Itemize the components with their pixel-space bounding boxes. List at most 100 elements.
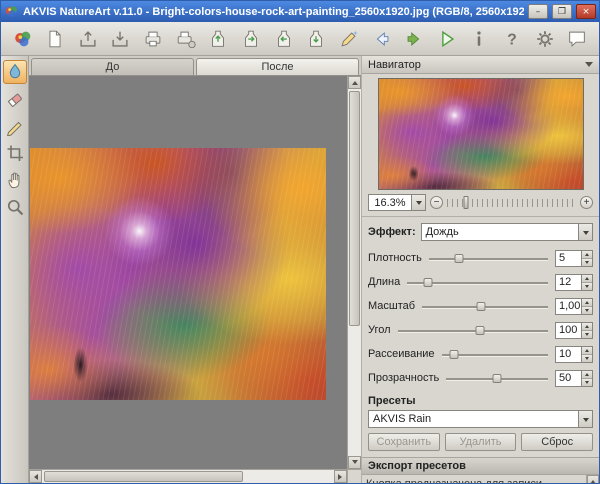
- spin-down-icon[interactable]: [582, 282, 592, 290]
- info-icon[interactable]: [467, 26, 492, 51]
- scroll-up-icon[interactable]: [348, 76, 361, 89]
- spin-up-icon[interactable]: [582, 250, 592, 259]
- scrollbar-corner: [347, 470, 361, 483]
- hand-tool-icon[interactable]: [3, 168, 27, 192]
- density-slider[interactable]: [428, 253, 548, 264]
- spin-up-icon[interactable]: [582, 322, 592, 331]
- zoom-slider-handle[interactable]: [463, 196, 469, 209]
- quick-settings-icon[interactable]: [336, 26, 361, 51]
- zoom-in-button[interactable]: +: [580, 196, 593, 209]
- slider-handle[interactable]: [475, 325, 485, 335]
- slider-handle[interactable]: [476, 301, 486, 311]
- spin-up-icon[interactable]: [582, 346, 592, 355]
- collapse-icon[interactable]: [585, 62, 593, 71]
- window-title: AKVIS NatureArt v.11.0 - Bright-colors-h…: [23, 5, 524, 18]
- tab-after[interactable]: После: [196, 58, 359, 75]
- image-canvas[interactable]: [30, 148, 326, 400]
- spin-down-icon[interactable]: [582, 354, 592, 362]
- zoom-controls: 16.3% − +: [362, 194, 599, 217]
- import-presets-icon[interactable]: [271, 26, 296, 51]
- new-image-icon[interactable]: [43, 26, 68, 51]
- help-icon[interactable]: ?: [500, 26, 525, 51]
- scroll-left-icon[interactable]: [29, 470, 42, 483]
- density-spinbox[interactable]: 5: [555, 249, 593, 267]
- spin-down-icon[interactable]: [582, 258, 592, 266]
- hint-text: Кнопка предназначена для записи пресетов…: [362, 475, 586, 483]
- slider-handle[interactable]: [423, 277, 433, 287]
- save-preset-button[interactable]: Сохранить: [368, 433, 440, 451]
- slider-handle[interactable]: [449, 349, 459, 359]
- navigator-title: Навигатор: [368, 58, 421, 71]
- akvis-logo-icon[interactable]: [10, 26, 35, 51]
- export-presets-header[interactable]: Экспорт пресетов: [362, 457, 599, 475]
- crop-tool-icon[interactable]: [3, 141, 27, 165]
- spin-down-icon[interactable]: [582, 378, 592, 386]
- eraser-tool-icon[interactable]: [3, 87, 27, 111]
- delete-preset-button[interactable]: Удалить: [444, 433, 517, 451]
- length-slider[interactable]: [407, 277, 548, 288]
- canvas-horizontal-scrollbar[interactable]: [29, 470, 347, 483]
- export-icon[interactable]: [238, 26, 263, 51]
- chevron-down-icon[interactable]: [578, 224, 592, 240]
- hint-scrollbar[interactable]: [586, 475, 599, 483]
- scroll-right-icon[interactable]: [334, 470, 347, 483]
- horizontal-scroll-thumb[interactable]: [44, 471, 243, 482]
- scatter-slider[interactable]: [441, 349, 548, 360]
- print-icon[interactable]: [141, 26, 166, 51]
- zoom-out-button[interactable]: −: [430, 196, 443, 209]
- pencil-tool-icon[interactable]: [3, 114, 27, 138]
- chevron-down-icon[interactable]: [411, 195, 425, 210]
- minimize-button[interactable]: –: [528, 4, 548, 19]
- navigator-header: Навигатор: [362, 56, 599, 74]
- zoom-level-select[interactable]: 16.3%: [368, 194, 426, 211]
- angle-slider[interactable]: [397, 325, 548, 336]
- spin-down-icon[interactable]: [582, 330, 592, 338]
- preset-select[interactable]: AKVIS Rain: [368, 410, 593, 428]
- scale-spinbox[interactable]: 1,00: [555, 297, 593, 315]
- image-viewport[interactable]: [29, 76, 347, 469]
- slider-handle[interactable]: [454, 253, 464, 263]
- maximize-button[interactable]: ❐: [552, 4, 572, 19]
- spin-up-icon[interactable]: [582, 298, 592, 307]
- scroll-up-icon[interactable]: [587, 475, 599, 483]
- opacity-slider[interactable]: [446, 373, 548, 384]
- presets-label: Пресеты: [368, 395, 416, 407]
- effect-select[interactable]: Дождь: [420, 223, 593, 241]
- angle-spinbox[interactable]: 100: [555, 321, 593, 339]
- vertical-scroll-thumb[interactable]: [349, 91, 360, 326]
- scale-slider[interactable]: [422, 301, 548, 312]
- app-logo-icon: [4, 4, 19, 19]
- spin-down-icon[interactable]: [582, 306, 592, 314]
- app-window: AKVIS NatureArt v.11.0 - Bright-colors-h…: [0, 0, 600, 484]
- open-image-icon[interactable]: [75, 26, 100, 51]
- share-icon[interactable]: [304, 26, 329, 51]
- chevron-down-icon[interactable]: [578, 411, 592, 427]
- close-button[interactable]: ×: [576, 4, 596, 19]
- spin-up-icon[interactable]: [582, 370, 592, 379]
- length-spinbox[interactable]: 12: [555, 273, 593, 291]
- opacity-spinbox[interactable]: 50: [555, 369, 593, 387]
- direction-tool-icon[interactable]: [2, 60, 27, 84]
- scroll-down-icon[interactable]: [348, 456, 361, 469]
- publish-icon[interactable]: [206, 26, 231, 51]
- preferences-icon[interactable]: [532, 26, 557, 51]
- zoom-tool-icon[interactable]: [3, 195, 27, 219]
- zoom-slider[interactable]: [447, 196, 576, 209]
- canvas-vertical-scrollbar[interactable]: [347, 76, 361, 469]
- content-area: До После Навигатор 16.3% − + Эффект: Дож…: [1, 56, 599, 483]
- undo-icon[interactable]: [369, 26, 394, 51]
- feedback-icon[interactable]: [565, 26, 590, 51]
- scatter-spinbox[interactable]: 10: [555, 345, 593, 363]
- parameter-label: Длина: [368, 276, 401, 288]
- canvas-column: До После: [29, 56, 361, 483]
- redo-icon[interactable]: [402, 26, 427, 51]
- parameter-row: Рассеивание 10: [362, 342, 599, 366]
- save-image-icon[interactable]: [108, 26, 133, 51]
- reset-button[interactable]: Сброс: [521, 433, 594, 451]
- tab-before[interactable]: До: [31, 58, 194, 75]
- print-setup-icon[interactable]: [173, 26, 198, 51]
- run-icon[interactable]: [434, 26, 459, 51]
- navigator-thumbnail[interactable]: [377, 78, 584, 190]
- slider-handle[interactable]: [492, 373, 502, 383]
- spin-up-icon[interactable]: [582, 274, 592, 283]
